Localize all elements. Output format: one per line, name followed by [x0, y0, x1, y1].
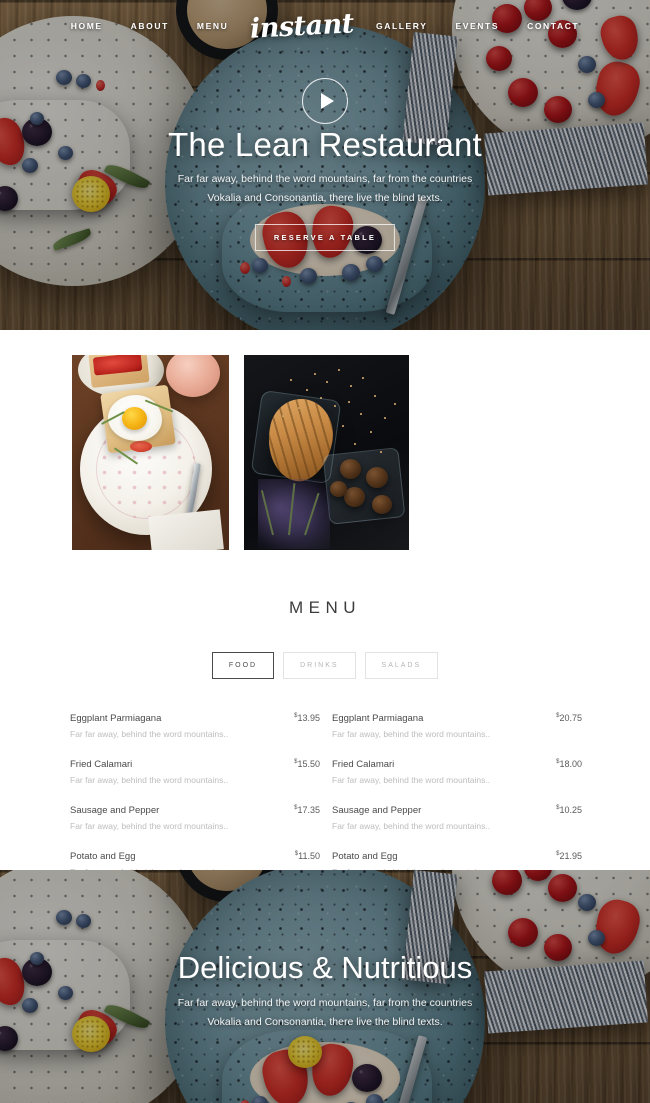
menu-item[interactable]: Eggplant Parmiagana $13.95 Far far away,…	[70, 713, 320, 739]
play-triangle	[320, 93, 334, 109]
menu-item-price: $21.95	[556, 851, 582, 861]
menu-item-price: $18.00	[556, 759, 582, 769]
tab-drinks[interactable]: DRINKS	[283, 652, 356, 679]
hero-subtitle: Far far away, behind the word mountains,…	[177, 173, 473, 205]
menu-item-description: Far far away, behind the word mountains.…	[332, 821, 491, 831]
brand-logo[interactable]: instant	[250, 8, 355, 44]
bottom-banner-section: Delicious & Nutritious Far far away, beh…	[0, 870, 650, 1103]
menu-item-name: Fried Calamari	[332, 759, 395, 770]
menu-item-name: Fried Calamari	[70, 759, 133, 770]
price-value: 13.95	[297, 713, 320, 723]
nav-home[interactable]: HOME	[71, 21, 103, 31]
menu-item-description: Far far away, behind the word mountains.…	[70, 775, 229, 785]
banner-title: Delicious & Nutritious	[177, 950, 473, 985]
nav-menu[interactable]: MENU	[197, 21, 228, 31]
main-navigation: HOME ABOUT MENU instant GALLERY EVENTS C…	[0, 0, 650, 52]
menu-tabs: FOOD DRINKS SALADS	[0, 652, 650, 679]
price-value: 20.75	[559, 713, 582, 723]
tab-salads[interactable]: SALADS	[364, 652, 439, 679]
menu-item-price: $11.50	[295, 851, 320, 861]
menu-item[interactable]: Sausage and Pepper $10.25 Far far away, …	[332, 805, 582, 831]
menu-item-name: Eggplant Parmiagana	[332, 713, 424, 724]
nav-about[interactable]: ABOUT	[131, 21, 169, 31]
menu-item-name: Potato and Egg	[70, 851, 136, 862]
lavender-sprig	[258, 479, 330, 549]
menu-item-description: Far far away, behind the word mountains.…	[70, 821, 229, 831]
menu-item-price: $13.95	[294, 713, 320, 723]
restaurant-section: THE RESTAURANT Far far away, behind the …	[0, 330, 650, 963]
banner-dark-overlay	[0, 870, 650, 1103]
tab-food[interactable]: FOOD	[211, 652, 275, 679]
menu-item-name: Sausage and Pepper	[70, 805, 160, 816]
menu-item-name: Potato and Egg	[332, 851, 398, 862]
menu-item[interactable]: Fried Calamari $18.00 Far far away, behi…	[332, 759, 582, 785]
nav-left-group: HOME ABOUT MENU	[71, 21, 229, 31]
menu-item-description: Far far away, behind the word mountains.…	[332, 775, 491, 785]
play-icon[interactable]	[302, 78, 348, 124]
price-value: 17.35	[297, 805, 320, 815]
menu-section: MENU FOOD DRINKS SALADS Eggplant Parmiag…	[0, 570, 650, 877]
banner-background-photo	[0, 870, 650, 1103]
menu-item[interactable]: Fried Calamari $15.50 Far far away, behi…	[70, 759, 320, 785]
menu-item[interactable]: Sausage and Pepper $17.35 Far far away, …	[70, 805, 320, 831]
menu-item-price: $10.25	[556, 805, 582, 815]
menu-item-description: Far far away, behind the word mountains.…	[70, 729, 229, 739]
banner-subtitle: Far far away, behind the word mountains,…	[177, 997, 473, 1029]
hero-section: HOME ABOUT MENU instant GALLERY EVENTS C…	[0, 0, 650, 330]
menu-grid: Eggplant Parmiagana $13.95 Far far away,…	[0, 679, 650, 897]
tomato-slice	[130, 441, 152, 452]
menu-heading: MENU	[288, 598, 362, 617]
price-value: 15.50	[297, 759, 320, 769]
restaurant-image-croissant[interactable]	[244, 355, 409, 550]
menu-item-price: $20.75	[556, 713, 582, 723]
fried-egg-yolk	[122, 407, 147, 430]
restaurant-image-breakfast[interactable]	[72, 355, 229, 550]
menu-item[interactable]: Eggplant Parmiagana $20.75 Far far away,…	[332, 713, 582, 739]
price-value: 21.95	[559, 851, 582, 861]
nav-right-group: GALLERY EVENTS CONTACT	[376, 21, 579, 31]
price-value: 18.00	[559, 759, 582, 769]
nav-events[interactable]: EVENTS	[456, 21, 500, 31]
menu-item-description: Far far away, behind the word mountains.…	[332, 729, 491, 739]
pink-cup	[162, 355, 224, 402]
nav-gallery[interactable]: GALLERY	[376, 21, 428, 31]
menu-item-price: $15.50	[294, 759, 320, 769]
price-value: 11.50	[298, 851, 320, 861]
menu-item-price: $17.35	[294, 805, 320, 815]
price-value: 10.25	[559, 805, 582, 815]
menu-item-name: Sausage and Pepper	[332, 805, 422, 816]
nav-contact[interactable]: CONTACT	[527, 21, 579, 31]
menu-item-name: Eggplant Parmiagana	[70, 713, 162, 724]
napkin	[148, 509, 224, 550]
hero-title: The Lean Restaurant	[168, 126, 482, 163]
reserve-table-button[interactable]: RESERVE A TABLE	[254, 224, 396, 251]
